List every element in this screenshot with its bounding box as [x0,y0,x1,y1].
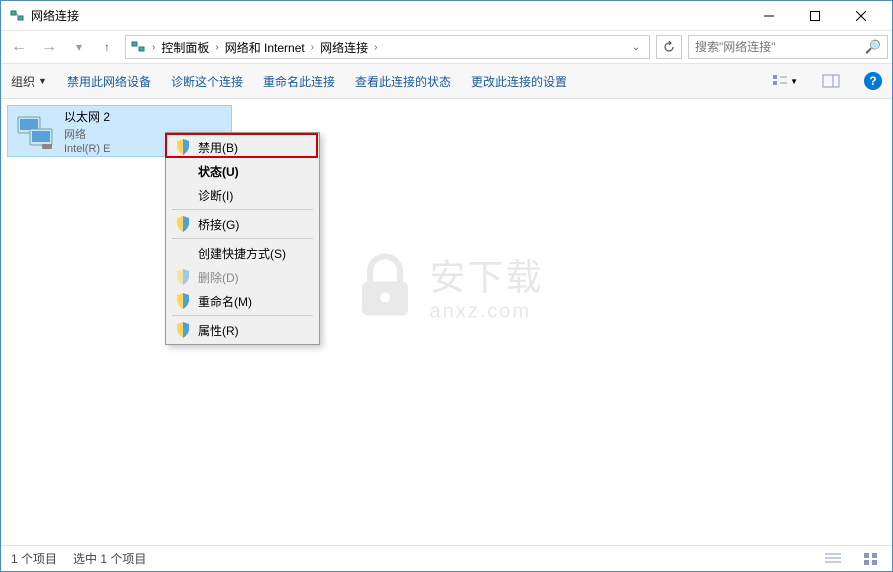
breadcrumb-control-panel[interactable]: 控制面板 [157,39,213,56]
forward-button[interactable]: → [35,34,63,60]
selection-count: 选中 1 个项目 [73,550,146,567]
shield-icon [174,321,192,339]
minimize-button[interactable] [746,2,792,30]
main-content: 以太网 2 网络 Intel(R) E 禁用(B) 状态(U) 诊断(I) 桥接… [1,99,892,545]
up-button[interactable]: ↑ [95,34,119,60]
breadcrumb-network-connections[interactable]: 网络连接 [316,39,372,56]
shield-icon [174,292,192,310]
ethernet-adapter-icon [14,111,56,151]
help-button[interactable]: ? [864,72,882,90]
preview-pane-button[interactable] [818,70,844,92]
menu-rename[interactable]: 重命名(M) [168,289,317,313]
menu-diagnose[interactable]: 诊断(I) [168,183,317,207]
breadcrumb-separator: › [150,42,157,53]
breadcrumb-separator: › [309,42,316,53]
network-connections-icon [130,39,146,55]
maximize-button[interactable] [792,2,838,30]
menu-separator [172,209,313,210]
address-dropdown[interactable]: ⌄ [627,42,645,53]
title-bar: 网络连接 [1,1,892,31]
window-title: 网络连接 [31,7,746,24]
navigation-bar: ← → ▾ ↑ › 控制面板 › 网络和 Internet › 网络连接 › ⌄… [1,31,892,64]
shield-icon [174,138,192,156]
menu-disable[interactable]: 禁用(B) [168,135,317,159]
refresh-button[interactable] [656,35,682,59]
menu-properties[interactable]: 属性(R) [168,318,317,342]
rename-button[interactable]: 重命名此连接 [263,73,335,90]
search-input[interactable] [695,40,865,54]
context-menu: 禁用(B) 状态(U) 诊断(I) 桥接(G) 创建快捷方式(S) 删除(D) … [165,132,320,345]
breadcrumb-network-internet[interactable]: 网络和 Internet [221,39,309,56]
icons-view-button[interactable] [860,550,882,568]
toolbar: 组织 ▼ 禁用此网络设备 诊断这个连接 重命名此连接 查看此连接的状态 更改此连… [1,64,892,99]
status-bar: 1 个项目 选中 1 个项目 [1,545,892,571]
adapter-name: 以太网 2 [64,108,110,125]
breadcrumb-separator: › [372,42,379,53]
menu-separator [172,315,313,316]
menu-shortcut[interactable]: 创建快捷方式(S) [168,241,317,265]
history-dropdown[interactable]: ▾ [65,34,93,60]
details-view-button[interactable] [822,550,844,568]
shield-icon [174,268,192,286]
view-options-button[interactable]: ▼ [772,70,798,92]
search-icon: 🔍 [865,39,881,55]
item-count: 1 个项目 [11,550,57,567]
adapter-network: 网络 [64,126,110,142]
window-icon [9,8,25,24]
address-bar[interactable]: › 控制面板 › 网络和 Internet › 网络连接 › ⌄ [125,35,650,59]
search-box[interactable]: 🔍 [688,35,888,59]
menu-bridge[interactable]: 桥接(G) [168,212,317,236]
change-settings-button[interactable]: 更改此连接的设置 [471,73,567,90]
menu-status[interactable]: 状态(U) [168,159,317,183]
organize-button[interactable]: 组织 ▼ [11,73,47,90]
close-button[interactable] [838,2,884,30]
menu-separator [172,238,313,239]
back-button[interactable]: ← [5,34,33,60]
shield-icon [174,215,192,233]
adapter-device: Intel(R) E [64,143,110,155]
diagnose-button[interactable]: 诊断这个连接 [171,73,243,90]
menu-delete[interactable]: 删除(D) [168,265,317,289]
disable-device-button[interactable]: 禁用此网络设备 [67,73,151,90]
breadcrumb-separator: › [213,42,220,53]
view-status-button[interactable]: 查看此连接的状态 [355,73,451,90]
